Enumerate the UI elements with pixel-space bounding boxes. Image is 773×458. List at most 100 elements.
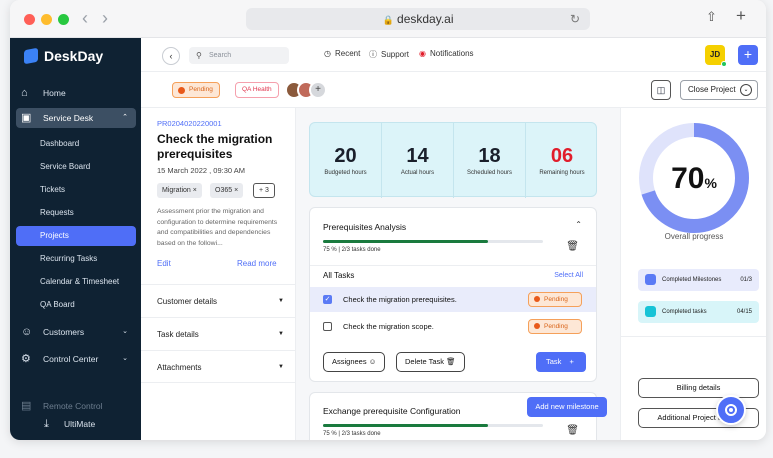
layout-button[interactable]: ◫ [651, 80, 671, 100]
maximize-dot[interactable] [58, 14, 69, 25]
task-status-pill[interactable]: Pending [528, 319, 582, 334]
sidebar-item-requests[interactable]: Requests [16, 203, 136, 223]
tag-chip[interactable]: Migration × [157, 183, 202, 198]
sidebar-item-dashboard[interactable]: Dashboard [16, 134, 136, 154]
chevron-down-icon: ⌄ [740, 84, 752, 96]
app-name: DeskDay [44, 48, 104, 64]
trash-icon[interactable]: 🗑 [566, 425, 579, 436]
edit-link[interactable]: Edit [157, 259, 171, 268]
assignees-button[interactable]: Assignees ☺ [323, 352, 386, 372]
select-all-link[interactable]: Select All [554, 266, 583, 286]
tag-label: O365 [215, 187, 233, 194]
task-status-pill[interactable]: Pending [528, 292, 582, 307]
sidebar-item-label: Tickets [40, 185, 66, 194]
progress-donut: 70% [639, 123, 749, 233]
tag-label: QA Health [242, 86, 272, 93]
pending-icon [534, 323, 540, 329]
sidebar-item-customers[interactable]: ☺ Customers ⌄ [16, 322, 136, 342]
section-label: Attachments [157, 363, 202, 372]
user-avatar[interactable]: JD [705, 45, 727, 67]
close-project-button[interactable]: Close Project ⌄ [680, 80, 758, 100]
task-row[interactable]: ✓ Check the migration prerequisites. Pendi… [310, 287, 596, 312]
chevron-right-icon[interactable]: › [102, 9, 108, 27]
task-icon [645, 306, 656, 317]
task-row[interactable]: Check the migration scope. Pending [310, 314, 596, 339]
completed-milestones-label: Completed Milestones [662, 277, 722, 283]
progress-fill [323, 240, 488, 243]
add-button[interactable]: + [738, 45, 758, 65]
support-link[interactable]: ⓘ Support [369, 49, 409, 60]
task-checkbox[interactable]: ✓ [323, 295, 332, 304]
plus-icon: + [743, 46, 753, 62]
close-project-label: Close Project [688, 85, 736, 94]
status-label: Pending [544, 323, 568, 330]
sidebar-item-qa-board[interactable]: QA Board [16, 295, 136, 315]
sidebar-item-ultimate[interactable]: ⤓ UltiMate [16, 414, 136, 434]
sidebar-item-remote-control[interactable]: ▤ Remote Control [16, 396, 136, 416]
search-input[interactable]: ⚲ Search [189, 47, 289, 64]
overall-progress-label: Overall progress [664, 232, 724, 241]
status-label: Pending [189, 86, 213, 93]
app-logo[interactable]: DeskDay [24, 47, 104, 65]
sidebar-item-control-center[interactable]: ⚙ Control Center ⌄ [16, 349, 136, 369]
sidebar-item-home[interactable]: ⌂ Home [16, 83, 136, 103]
sidebar-item-label: Customers [43, 327, 85, 337]
project-description: Assessment prior the migration and confi… [157, 208, 278, 247]
ticket-icon: ▣ [21, 112, 32, 124]
url-bar[interactable]: 🔒 deskday.ai ↻ [246, 8, 590, 30]
status-pill[interactable]: Pending [172, 82, 220, 98]
trash-icon[interactable]: 🗑 [566, 241, 579, 252]
share-icon[interactable]: ⇧ [706, 9, 717, 25]
bell-icon: ◉ [419, 49, 426, 58]
minimize-dot[interactable] [41, 14, 52, 25]
task-checkbox[interactable] [323, 322, 332, 331]
close-icon[interactable]: × [234, 187, 238, 194]
more-avatars-button[interactable]: + [309, 81, 327, 99]
task-details-section[interactable]: Task details ▼ [141, 317, 296, 350]
chevron-up-icon: ⌃ [122, 114, 128, 121]
recent-label: Recent [334, 49, 361, 58]
milestone-progress-bar [323, 240, 543, 243]
add-task-button[interactable]: Task + [536, 352, 586, 372]
url-text: deskday.ai [397, 12, 454, 26]
chevron-left-icon[interactable]: ‹ [82, 9, 88, 27]
sidebar-item-calendar[interactable]: Calendar & Timesheet [16, 272, 136, 292]
stat-value: 20 [334, 145, 357, 167]
plus-icon[interactable]: + [736, 6, 746, 26]
sidebar-item-projects[interactable]: Projects [16, 226, 136, 246]
close-icon[interactable]: × [193, 187, 197, 194]
stat-value: 14 [406, 145, 429, 167]
help-fab-button[interactable] [716, 395, 746, 425]
sidebar-item-recurring-tasks[interactable]: Recurring Tasks [16, 249, 136, 269]
plus-icon: + [569, 357, 574, 366]
section-label: Task details [157, 330, 199, 339]
chevron-up-icon[interactable]: ⌃ [575, 220, 582, 229]
stat-budgeted: 20 Budgeted hours [310, 123, 382, 198]
read-more-link[interactable]: Read more [237, 259, 277, 268]
recent-link[interactable]: ◷ Recent [324, 49, 360, 58]
notifications-link[interactable]: ◉ Notifications [419, 49, 474, 58]
delete-task-button[interactable]: Delete Task 🗑 [396, 352, 465, 372]
back-button[interactable]: ‹ [162, 47, 180, 65]
online-indicator [721, 61, 727, 67]
tag-chip[interactable]: O365 × [210, 183, 244, 198]
sidebar-item-label: QA Board [40, 300, 75, 309]
milestone-progress-text: 75 % | 2/3 tasks done [323, 247, 381, 253]
all-tasks-label: All Tasks [323, 271, 355, 280]
chevron-down-icon: ⌄ [122, 355, 128, 362]
close-dot[interactable] [24, 14, 35, 25]
sidebar-item-tickets[interactable]: Tickets [16, 180, 136, 200]
divider [621, 336, 766, 337]
milestone-card: Prerequisites Analysis ⌃ 75 % | 2/3 task… [309, 207, 597, 382]
billing-details-button[interactable]: Billing details [638, 378, 759, 398]
more-avatars-label: + [315, 84, 321, 95]
sidebar-item-service-board[interactable]: Service Board [16, 157, 136, 177]
more-tags-button[interactable]: + 3 [253, 183, 275, 198]
sidebar-item-service-desk[interactable]: ▣ Service Desk ⌃ [16, 108, 136, 128]
tag-pill[interactable]: QA Health [235, 82, 279, 98]
customer-details-section[interactable]: Customer details ▼ [141, 284, 296, 317]
search-placeholder: Search [209, 52, 232, 59]
reload-icon[interactable]: ↻ [570, 8, 580, 30]
attachments-section[interactable]: Attachments ▼ [141, 350, 296, 383]
add-new-milestone-button[interactable]: Add new milestone [527, 397, 607, 417]
